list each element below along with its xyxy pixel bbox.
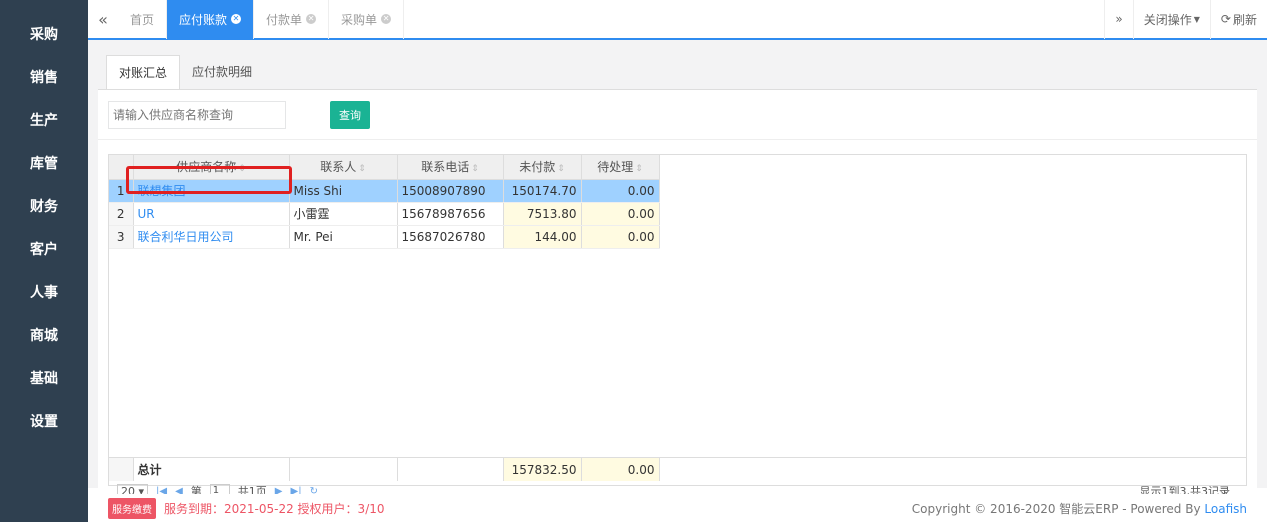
- rownum-spacer: [109, 458, 134, 481]
- search-bar: 查询: [98, 90, 1257, 140]
- copyright: Copyright © 2016-2020 智能云ERP - Powered B…: [912, 500, 1247, 517]
- copyright-text: Copyright © 2016-2020 智能云ERP - Powered B…: [911, 501, 1201, 516]
- total-label: 总计: [133, 458, 290, 481]
- phone-cell: 15678987656: [397, 202, 504, 226]
- col-label: 联系人: [320, 160, 357, 175]
- supplier-search-input[interactable]: [108, 100, 286, 129]
- subtab-label: 对账汇总: [119, 66, 168, 80]
- sidebar-item-hr[interactable]: 人事: [0, 270, 88, 313]
- close-icon[interactable]: ✕: [306, 14, 317, 24]
- pending-cell: 0.00: [581, 225, 660, 249]
- highlight-box: [126, 166, 292, 194]
- refresh-label: 刷新: [1232, 12, 1257, 27]
- totals-row: 总计 157832.50 0.00: [109, 457, 1246, 481]
- sidebar-item-label: 销售: [30, 69, 58, 86]
- tab-label: 应付账款: [179, 12, 228, 27]
- unpaid-cell: 7513.80: [503, 202, 582, 226]
- subtab-bar: 对账汇总 应付款明细: [98, 48, 1257, 90]
- col-label: 待处理: [597, 160, 634, 175]
- sidebar: 采购 销售 生产 库管 财务 客户 人事 商城 基础 设置: [0, 0, 88, 522]
- col-unpaid[interactable]: 未付款 ⇕: [503, 155, 582, 180]
- sidebar-item-inventory[interactable]: 库管: [0, 141, 88, 184]
- contact-cell: Mr. Pei: [289, 225, 398, 249]
- total-phone-empty: [397, 458, 504, 481]
- table-row[interactable]: 2 UR 小雷霆 15678987656 7513.80 0.00: [109, 202, 660, 226]
- sidebar-item-label: 库管: [30, 155, 58, 172]
- panel: 对账汇总 应付款明细 查询 供应商名称⇕ 联系人⇕ 联系电话⇕ 未付款⇕ 待处理…: [98, 48, 1257, 499]
- total-pending: 0.00: [581, 458, 660, 481]
- pending-cell: 0.00: [581, 179, 660, 203]
- service-payment-badge[interactable]: 服务缴费: [108, 497, 156, 519]
- close-icon[interactable]: ✕: [231, 14, 242, 24]
- tab-label: 采购单: [341, 12, 378, 27]
- tab-purchase-order[interactable]: 采购单 ✕: [329, 0, 405, 39]
- tab-payables-detail[interactable]: 应付款明细: [180, 55, 264, 89]
- refresh-button[interactable]: ⟳ 刷新: [1209, 0, 1267, 39]
- phone-cell: 15687026780: [397, 225, 504, 249]
- supplier-name-link[interactable]: UR: [133, 202, 290, 226]
- sort-icon: ⇕: [557, 164, 565, 175]
- sidebar-item-label: 客户: [30, 241, 58, 258]
- status-bar: 服务缴费 服务到期：2021-05-22 授权用户：3/10 Copyright…: [88, 494, 1267, 522]
- col-contact[interactable]: 联系人 ⇕: [289, 155, 398, 180]
- brand-link[interactable]: Loafish: [1204, 502, 1247, 516]
- caret-down-icon: ▼: [1193, 14, 1200, 24]
- tab-label: 首页: [130, 12, 155, 27]
- contact-cell: 小雷霆: [289, 202, 398, 226]
- sort-icon: ⇕: [635, 164, 643, 175]
- phone-cell: 15008907890: [397, 179, 504, 203]
- double-chevron-right-icon[interactable]: »: [1104, 0, 1132, 39]
- total-unpaid: 157832.50: [503, 458, 582, 481]
- sidebar-item-label: 财务: [30, 198, 58, 215]
- double-chevron-left-icon[interactable]: «: [88, 10, 118, 29]
- data-grid: 供应商名称 ⇕ 联系人 ⇕ 联系电话 ⇕ 未付款 ⇕ 待处理 ⇕ 1 联想集团 Miss …: [108, 154, 1247, 499]
- refresh-icon: ⟳: [1220, 12, 1231, 26]
- tab-bar: « 首页 应付账款 ✕ 付款单 ✕ 采购单 ✕ » 关闭操作 ▼ ⟳ 刷新: [88, 0, 1267, 40]
- total-contact-empty: [289, 458, 398, 481]
- sidebar-item-production[interactable]: 生产: [0, 98, 88, 141]
- unpaid-cell: 150174.70: [503, 179, 582, 203]
- search-button[interactable]: 查询: [330, 100, 370, 129]
- close-ops-label: 关闭操作: [1143, 12, 1192, 27]
- col-phone[interactable]: 联系电话 ⇕: [397, 155, 504, 180]
- col-label: 未付款: [519, 160, 556, 175]
- service-expiry-text: 服务到期：2021-05-22 授权用户：3/10: [164, 501, 385, 516]
- pending-cell: 0.00: [581, 202, 660, 226]
- sidebar-item-label: 生产: [30, 112, 58, 129]
- sidebar-item-finance[interactable]: 财务: [0, 184, 88, 227]
- sidebar-item-label: 基础: [30, 370, 58, 387]
- table-row[interactable]: 3 联合利华日用公司 Mr. Pei 15687026780 144.00 0.…: [109, 225, 660, 249]
- sidebar-item-purchase[interactable]: 采购: [0, 12, 88, 55]
- tab-payment-order[interactable]: 付款单 ✕: [254, 0, 330, 39]
- sidebar-item-label: 商城: [30, 327, 58, 344]
- sidebar-item-label: 设置: [30, 413, 58, 430]
- sidebar-item-customers[interactable]: 客户: [0, 227, 88, 270]
- tab-label: 付款单: [266, 12, 303, 27]
- col-pending[interactable]: 待处理 ⇕: [581, 155, 660, 180]
- sidebar-item-label: 人事: [30, 284, 58, 301]
- close-icon[interactable]: ✕: [381, 14, 392, 24]
- unpaid-cell: 144.00: [503, 225, 582, 249]
- row-number: 2: [109, 202, 134, 226]
- row-number: 3: [109, 225, 134, 249]
- tab-home[interactable]: 首页: [118, 0, 168, 39]
- contact-cell: Miss Shi: [289, 179, 398, 203]
- main-content: 对账汇总 应付款明细 查询 供应商名称⇕ 联系人⇕ 联系电话⇕ 未付款⇕ 待处理…: [88, 40, 1267, 499]
- sidebar-item-label: 采购: [30, 26, 58, 43]
- tab-reconciliation-summary[interactable]: 对账汇总: [106, 55, 181, 89]
- col-label: 联系电话: [421, 160, 470, 175]
- tab-accounts-payable[interactable]: 应付账款 ✕: [167, 0, 255, 39]
- sidebar-item-basics[interactable]: 基础: [0, 356, 88, 399]
- supplier-name-link[interactable]: 联合利华日用公司: [133, 225, 290, 249]
- sort-icon: ⇕: [471, 164, 479, 175]
- close-ops-menu[interactable]: 关闭操作 ▼: [1132, 0, 1210, 39]
- sidebar-item-sales[interactable]: 销售: [0, 55, 88, 98]
- subtab-label: 应付款明细: [192, 65, 253, 79]
- sort-icon: ⇕: [358, 164, 366, 175]
- sidebar-item-settings[interactable]: 设置: [0, 399, 88, 442]
- sidebar-item-mall[interactable]: 商城: [0, 313, 88, 356]
